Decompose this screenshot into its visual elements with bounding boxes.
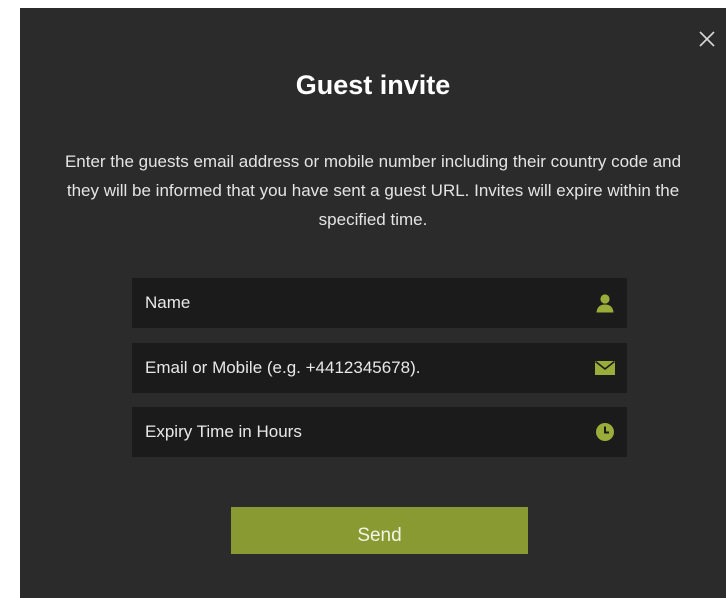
close-button[interactable] <box>694 26 720 52</box>
name-field[interactable] <box>132 278 627 328</box>
name-input[interactable] <box>132 278 583 328</box>
dialog-description: Enter the guests email address or mobile… <box>64 152 682 229</box>
contact-field[interactable] <box>132 343 627 393</box>
close-icon <box>699 31 715 47</box>
envelope-icon <box>583 343 627 393</box>
send-button[interactable]: Send <box>231 507 528 554</box>
clock-icon <box>583 407 627 457</box>
expiry-field[interactable] <box>132 407 627 457</box>
dialog-title: Guest invite <box>295 70 451 100</box>
user-icon <box>583 278 627 328</box>
guest-invite-dialog: Guest invite Enter the guests email addr… <box>20 8 726 598</box>
expiry-input[interactable] <box>132 407 583 457</box>
contact-input[interactable] <box>132 343 583 393</box>
